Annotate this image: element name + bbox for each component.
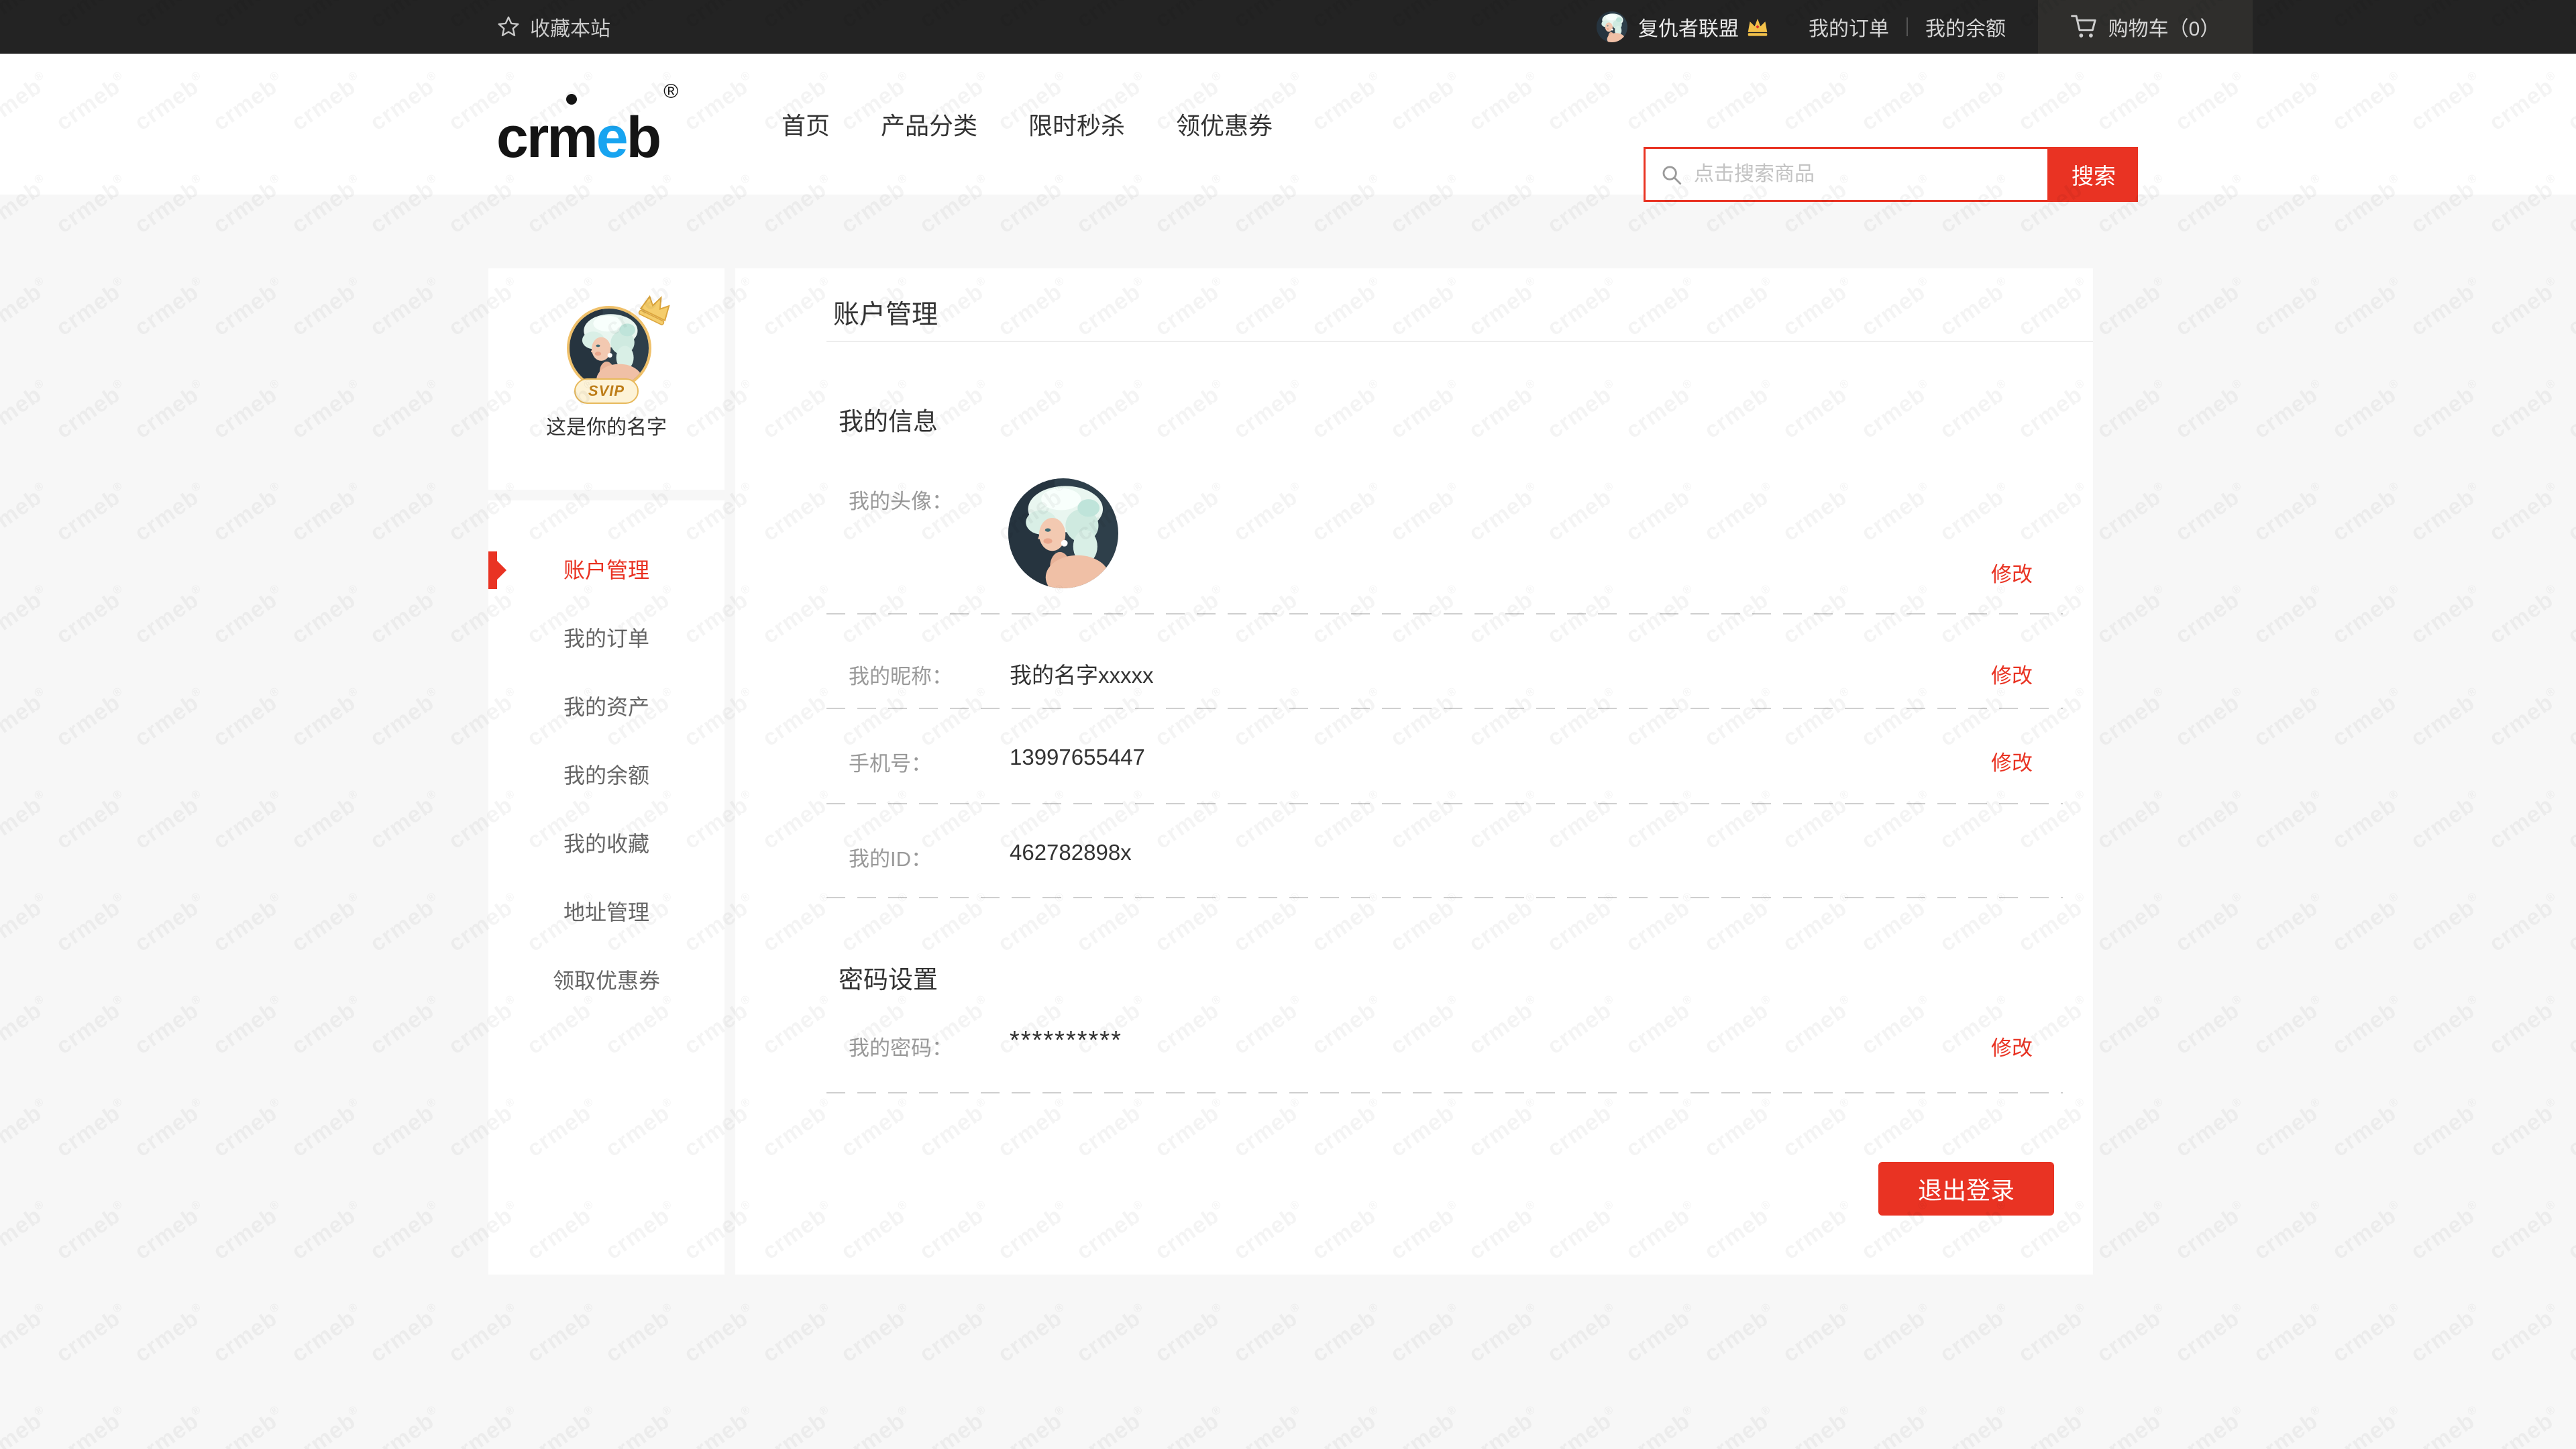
my-orders-link[interactable]: 我的订单 bbox=[1809, 12, 1889, 42]
password-value: ********** bbox=[1010, 1026, 1122, 1055]
id-row-label: 我的ID： bbox=[849, 842, 932, 872]
nav-flash-sale[interactable]: 限时秒杀 bbox=[1028, 107, 1125, 142]
cart-button[interactable]: 购物车（0） bbox=[2038, 0, 2253, 54]
modify-phone-link[interactable]: 修改 bbox=[1991, 746, 2033, 776]
topbar-divider bbox=[1907, 17, 1908, 36]
id-value: 462782898x bbox=[1010, 840, 1132, 865]
star-icon bbox=[496, 15, 521, 39]
section-password: 密码设置 bbox=[839, 959, 938, 996]
logo-e-blue: e bbox=[596, 109, 627, 166]
logo-text: cr bbox=[496, 109, 547, 166]
page-title: 账户管理 bbox=[833, 294, 938, 331]
sidebar-item-account[interactable]: 账户管理 bbox=[488, 535, 724, 603]
logo-b: b bbox=[627, 109, 660, 166]
my-balance-link[interactable]: 我的余额 bbox=[1925, 12, 2006, 42]
nav-categories[interactable]: 产品分类 bbox=[881, 107, 977, 142]
account-management-panel: 账户管理 我的信息 我的头像： 修改 我的昵称： 我的名字xxxxx 修改 手机… bbox=[735, 268, 2093, 1275]
search-bar: 搜索 bbox=[1644, 147, 2138, 202]
sidebar-item-assets[interactable]: 我的资产 bbox=[488, 672, 724, 740]
svip-badge: SVIP bbox=[574, 378, 639, 404]
nav-coupons[interactable]: 领优惠券 bbox=[1176, 107, 1273, 142]
user-card: SVIP 这是你的名字 bbox=[488, 268, 724, 490]
site-header: crmeb® 首页 产品分类 限时秒杀 领优惠券 搜索 bbox=[0, 54, 2576, 195]
top-bar-user-area: 复仇者联盟 我的订单 我的余额 购物车（0） bbox=[1597, 0, 2253, 54]
cart-icon bbox=[2071, 13, 2099, 40]
search-input[interactable] bbox=[1646, 149, 2047, 200]
avatar-image bbox=[1597, 11, 1627, 42]
modify-avatar-link[interactable]: 修改 bbox=[1991, 557, 2033, 588]
favorite-site-link[interactable]: 收藏本站 bbox=[496, 0, 610, 54]
logo-m: m bbox=[547, 109, 596, 166]
nav-home[interactable]: 首页 bbox=[782, 107, 830, 142]
modify-password-link[interactable]: 修改 bbox=[1991, 1031, 2033, 1061]
phone-row-label: 手机号： bbox=[849, 747, 932, 777]
row-divider bbox=[826, 803, 2063, 804]
active-item-marker bbox=[488, 551, 497, 589]
title-divider bbox=[826, 341, 2093, 342]
row-divider bbox=[826, 613, 2063, 614]
cart-label: 购物车（0） bbox=[2108, 12, 2220, 42]
row-divider bbox=[826, 1092, 2063, 1093]
avatar-row-label: 我的头像： bbox=[849, 484, 953, 515]
section-my-info: 我的信息 bbox=[839, 401, 938, 437]
sidebar-item-favorites[interactable]: 我的收藏 bbox=[488, 808, 724, 877]
favorite-site-label: 收藏本站 bbox=[530, 12, 610, 42]
avatar-image bbox=[570, 309, 649, 388]
sidebar-menu: 账户管理 我的订单 我的资产 我的余额 我的收藏 地址管理 领取优惠券 bbox=[488, 500, 724, 1275]
logout-button[interactable]: 退出登录 bbox=[1878, 1162, 2054, 1216]
sidebar-item-balance[interactable]: 我的余额 bbox=[488, 740, 724, 808]
nickname-value: 我的名字xxxxx bbox=[1010, 657, 1154, 690]
sidebar-item-orders[interactable]: 我的订单 bbox=[488, 603, 724, 672]
page: 收藏本站 复仇者联盟 我的订单 我的余额 购物车（0） bbox=[0, 0, 2576, 1449]
row-divider bbox=[826, 897, 2063, 898]
row-divider bbox=[826, 708, 2063, 709]
username-label[interactable]: 复仇者联盟 bbox=[1638, 12, 1739, 42]
crmeb-logo[interactable]: crmeb® bbox=[496, 86, 678, 166]
nickname-row-label: 我的昵称： bbox=[849, 659, 953, 690]
profile-avatar[interactable] bbox=[1008, 478, 1118, 588]
avatar-image bbox=[1008, 478, 1118, 588]
vip-crown-icon bbox=[1746, 17, 1770, 37]
search-button[interactable]: 搜索 bbox=[2049, 147, 2138, 202]
modify-nickname-link[interactable]: 修改 bbox=[1991, 659, 2033, 689]
search-box bbox=[1644, 147, 2049, 202]
sidebar-item-coupons[interactable]: 领取优惠券 bbox=[488, 945, 724, 1014]
user-avatar-small[interactable] bbox=[1597, 11, 1627, 42]
main-nav: 首页 产品分类 限时秒杀 领优惠券 bbox=[782, 54, 1273, 195]
password-row-label: 我的密码： bbox=[849, 1031, 953, 1061]
user-display-name: 这是你的名字 bbox=[488, 411, 724, 440]
phone-value: 13997655447 bbox=[1010, 745, 1145, 770]
sidebar-item-address[interactable]: 地址管理 bbox=[488, 877, 724, 945]
top-bar: 收藏本站 复仇者联盟 我的订单 我的余额 购物车（0） bbox=[0, 0, 2576, 54]
registered-mark: ® bbox=[663, 82, 678, 102]
logo-m-dot bbox=[566, 94, 577, 105]
